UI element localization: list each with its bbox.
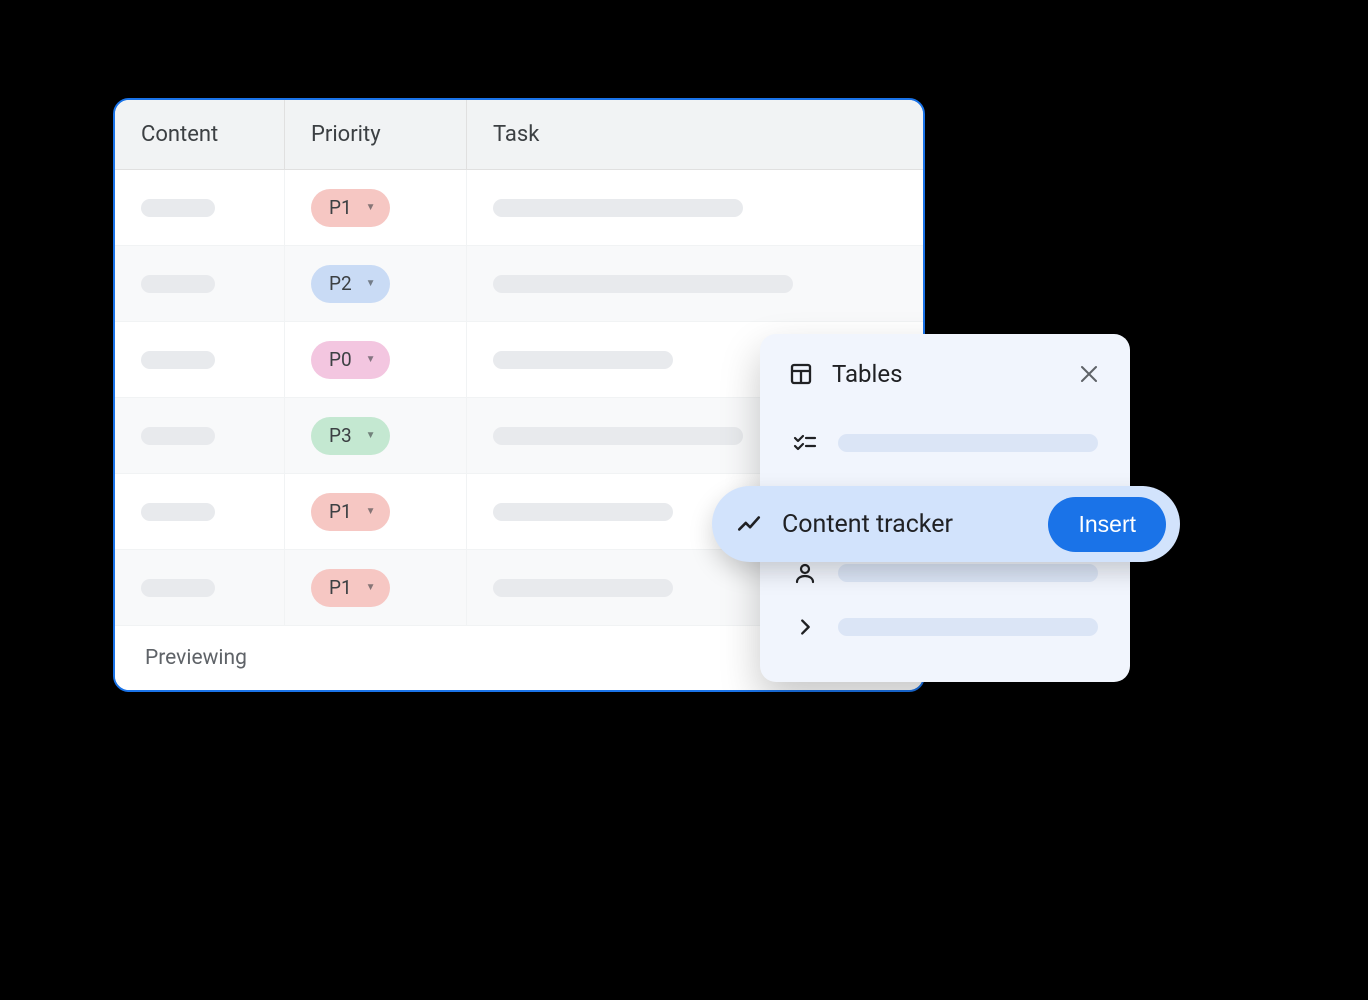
table-icon [788,361,814,387]
priority-chip[interactable]: P1 ▼ [311,189,390,227]
cell-content [115,474,285,549]
priority-chip-label: P3 [329,424,352,447]
table-row: P2 ▼ [115,246,923,322]
cell-content [115,398,285,473]
template-content-tracker[interactable]: Content tracker Insert [712,486,1180,562]
task-placeholder [493,503,673,521]
table-row: P1 ▼ [115,170,923,246]
cell-task [467,246,923,321]
close-icon[interactable] [1076,361,1102,387]
priority-chip[interactable]: P1 ▼ [311,493,390,531]
tables-panel-header: Tables [788,360,1102,388]
content-placeholder [141,503,215,521]
table-header-row: Content Priority Task [115,100,923,170]
chevron-down-icon: ▼ [366,430,376,441]
cell-content [115,550,285,625]
priority-chip-label: P1 [329,196,352,219]
task-placeholder [493,427,743,445]
column-header-priority: Priority [285,100,467,169]
priority-chip[interactable]: P3 ▼ [311,417,390,455]
task-placeholder [493,351,673,369]
priority-chip-label: P0 [329,348,352,371]
priority-chip-label: P1 [329,500,352,523]
chevron-down-icon: ▼ [366,354,376,365]
tables-panel-title: Tables [832,360,902,388]
task-placeholder [493,199,743,217]
cell-priority: P2 ▼ [285,246,467,321]
column-header-task: Task [467,100,923,169]
content-placeholder [141,427,215,445]
chevron-down-icon: ▼ [366,582,376,593]
cell-task [467,170,923,245]
content-placeholder [141,275,215,293]
template-label: Content tracker [782,510,1028,539]
template-placeholder [838,564,1098,582]
cell-priority: P0 ▼ [285,322,467,397]
task-placeholder [493,579,673,597]
priority-chip[interactable]: P2 ▼ [311,265,390,303]
cell-priority: P1 ▼ [285,170,467,245]
content-placeholder [141,199,215,217]
priority-chip-label: P2 [329,272,352,295]
chevron-right-icon [792,614,818,640]
trend-icon [736,511,762,537]
template-item-more[interactable] [788,600,1102,654]
content-placeholder [141,579,215,597]
cell-priority: P3 ▼ [285,398,467,473]
cell-priority: P1 ▼ [285,474,467,549]
template-item[interactable] [788,416,1102,470]
insert-button[interactable]: Insert [1048,497,1166,552]
chevron-down-icon: ▼ [366,506,376,517]
column-header-content: Content [115,100,285,169]
task-placeholder [493,275,793,293]
cell-content [115,322,285,397]
cell-content [115,246,285,321]
chevron-down-icon: ▼ [366,202,376,213]
template-placeholder [838,618,1098,636]
chevron-down-icon: ▼ [366,278,376,289]
cell-content [115,170,285,245]
priority-chip[interactable]: P1 ▼ [311,569,390,607]
priority-chip-label: P1 [329,576,352,599]
cell-priority: P1 ▼ [285,550,467,625]
priority-chip[interactable]: P0 ▼ [311,341,390,379]
content-placeholder [141,351,215,369]
template-placeholder [838,434,1098,452]
person-icon [792,560,818,586]
checklist-icon [792,430,818,456]
